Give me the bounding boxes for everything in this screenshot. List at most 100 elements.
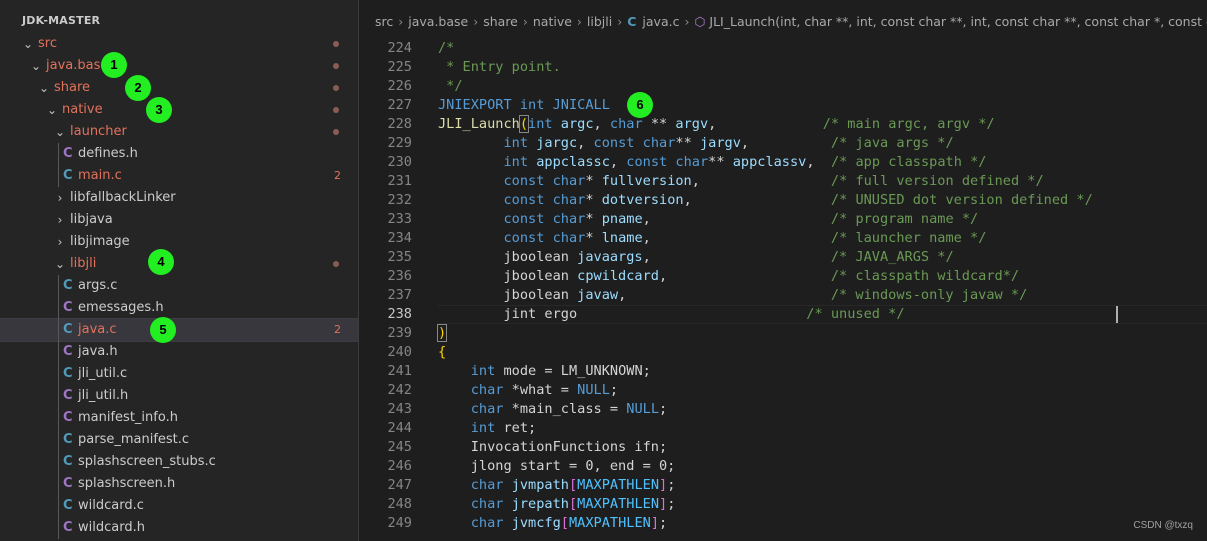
code-line[interactable]: 238 jint ergo /* unused */ xyxy=(359,305,1207,324)
tree-file[interactable]: Cjava.c 2 xyxy=(0,318,358,342)
code-line[interactable]: 249 char jvmcfg[MAXPATHLEN]; xyxy=(359,514,1207,533)
tree-folder[interactable]: ⌄ native xyxy=(0,99,358,121)
tree-file[interactable]: Cjli_util.h xyxy=(0,385,358,407)
chevron-down-icon[interactable]: ⌄ xyxy=(54,121,66,143)
tree-file[interactable]: Cemessages.h xyxy=(0,297,358,319)
code-token: dotversion xyxy=(601,192,684,208)
tree-folder[interactable]: ⌄ java.base xyxy=(0,55,358,77)
tree-item-label: libjimage xyxy=(70,234,130,249)
breadcrumb-item[interactable]: src xyxy=(375,14,393,29)
code-line[interactable]: 240 { xyxy=(359,343,1207,362)
tree-file[interactable]: Cdefines.h xyxy=(0,143,358,165)
code-line[interactable]: 235 jboolean javaargs, /* JAVA_ARGS */ xyxy=(359,248,1207,267)
breadcrumb-item[interactable]: java.base xyxy=(408,14,468,29)
code-line[interactable]: 229 int jargc, const char** jargv, /* ja… xyxy=(359,134,1207,153)
tree-folder[interactable]: › libjimage xyxy=(0,231,358,253)
tree-file[interactable]: Cwildcard.c xyxy=(0,495,358,517)
tree-folder[interactable]: ⌄ src xyxy=(0,33,358,55)
tree-folder[interactable]: ⌄ share xyxy=(0,77,358,99)
code-line[interactable]: 236 jboolean cpwildcard, /* classpath wi… xyxy=(359,267,1207,286)
code-area[interactable]: 224 /* 225 * Entry point. 226 */227 JNIEXPOR… xyxy=(359,39,1207,533)
code-line[interactable]: 241 int mode = LM_UNKNOWN; xyxy=(359,362,1207,381)
code-line[interactable]: 243 char *main_class = NULL; xyxy=(359,400,1207,419)
chevron-right-icon[interactable]: › xyxy=(54,187,66,209)
chevron-down-icon[interactable]: ⌄ xyxy=(54,253,66,275)
code-line[interactable]: 234 const char* lname, /* launcher name … xyxy=(359,229,1207,248)
tree-file[interactable]: Cjli_util.c xyxy=(0,363,358,385)
tree-file[interactable]: Csplashscreen.h xyxy=(0,473,358,495)
code-token: char xyxy=(470,515,504,531)
line-number: 243 xyxy=(387,401,412,417)
marker-1: 1 xyxy=(101,52,127,78)
modified-dot-icon xyxy=(333,107,339,113)
code-line[interactable]: 246 jlong start = 0, end = 0; xyxy=(359,457,1207,476)
code-token: /* JAVA_ARGS */ xyxy=(830,249,954,265)
code-line[interactable]: 226 */ xyxy=(359,77,1207,96)
breadcrumb-item[interactable]: share xyxy=(483,14,518,29)
tree-folder[interactable]: › libfallbackLinker xyxy=(0,187,358,209)
breadcrumb-file[interactable]: java.c xyxy=(642,14,679,29)
code-editor[interactable]: src › java.base › share › native › libjli › Cjava.… xyxy=(359,0,1207,541)
code-line[interactable]: 244 int ret; xyxy=(359,419,1207,438)
tree-item-label: wildcard.c xyxy=(78,498,144,513)
chevron-right-icon[interactable]: › xyxy=(54,209,66,231)
chevron-down-icon[interactable]: ⌄ xyxy=(46,99,58,121)
breadcrumb-symbol[interactable]: JLI_Launch(int, char **, int, const char… xyxy=(709,14,1207,29)
code-line[interactable]: 232 const char* dotversion, /* UNUSED do… xyxy=(359,191,1207,210)
code-token: *what = xyxy=(503,382,578,398)
chevron-down-icon[interactable]: ⌄ xyxy=(30,55,42,77)
code-token: , xyxy=(683,192,831,208)
tree-file[interactable]: Cargs.c xyxy=(0,275,358,297)
code-text: jboolean javaargs, /* JAVA_ARGS */ xyxy=(438,248,954,267)
code-line[interactable]: 227 JNIEXPORT int JNICALL xyxy=(359,96,1207,115)
tree-file[interactable]: Cmain.c 2 xyxy=(0,165,358,187)
c-file-icon: C xyxy=(63,432,73,447)
tree-item-label: libjava xyxy=(70,212,113,227)
chevron-down-icon[interactable]: ⌄ xyxy=(22,33,34,55)
code-token: ] xyxy=(650,515,660,531)
code-token: appclassc xyxy=(536,154,610,170)
breadcrumb-item[interactable]: libjli xyxy=(587,14,612,29)
symbol-method-icon: ⬡ xyxy=(694,14,706,29)
tree-file[interactable]: Cmanifest_info.h xyxy=(0,407,358,429)
code-token: /* xyxy=(438,40,455,56)
code-token: jrepath xyxy=(511,496,569,512)
line-number: 235 xyxy=(387,249,412,265)
code-line[interactable]: 224 /* xyxy=(359,39,1207,58)
code-line[interactable]: 233 const char* pname, /* program name *… xyxy=(359,210,1207,229)
tree-file[interactable]: Csplashscreen_stubs.c xyxy=(0,451,358,473)
code-line[interactable]: 239) xyxy=(359,324,1207,343)
code-line[interactable]: 237 jboolean javaw, /* windows-only java… xyxy=(359,286,1207,305)
code-token: * xyxy=(585,211,602,227)
code-token: char xyxy=(642,135,676,151)
code-line[interactable]: 225 * Entry point. xyxy=(359,58,1207,77)
code-token: */ xyxy=(438,78,463,94)
tree-folder[interactable]: ⌄ libjli xyxy=(0,253,358,275)
tree-folder[interactable]: › libjava xyxy=(0,209,358,231)
code-token: , xyxy=(691,173,831,189)
tree-file[interactable]: Cparse_manifest.c xyxy=(0,429,358,451)
breadcrumb-item[interactable]: native xyxy=(533,14,572,29)
c-file-icon: C xyxy=(63,322,73,337)
code-line[interactable]: 248 char jrepath[MAXPATHLEN]; xyxy=(359,495,1207,514)
code-line[interactable]: 231 const char* fullversion, /* full ver… xyxy=(359,172,1207,191)
tree-file[interactable]: Cwildcard.h xyxy=(0,517,358,539)
code-line[interactable]: 245 InvocationFunctions ifn; xyxy=(359,438,1207,457)
chevron-right-icon[interactable]: › xyxy=(54,231,66,253)
tree-file[interactable]: Cjava.h xyxy=(0,341,358,363)
code-line[interactable]: 230 int appclassc, const char** appclass… xyxy=(359,153,1207,172)
code-token: jargc xyxy=(536,135,578,151)
code-text: const char* pname, /* program name */ xyxy=(438,210,978,229)
line-number: 224 xyxy=(387,40,412,56)
code-line[interactable]: 242 char *what = NULL; xyxy=(359,381,1207,400)
code-line[interactable]: 228 JLI_Launch(int argc, char ** argv, /*… xyxy=(359,115,1207,134)
tree-folder[interactable]: ⌄ launcher xyxy=(0,121,358,143)
chevron-down-icon[interactable]: ⌄ xyxy=(38,77,50,99)
code-token: /* windows-only javaw */ xyxy=(830,287,1028,303)
marker-5: 5 xyxy=(150,317,176,343)
line-number: 240 xyxy=(387,344,412,360)
code-line[interactable]: 247 char jvmpath[MAXPATHLEN]; xyxy=(359,476,1207,495)
